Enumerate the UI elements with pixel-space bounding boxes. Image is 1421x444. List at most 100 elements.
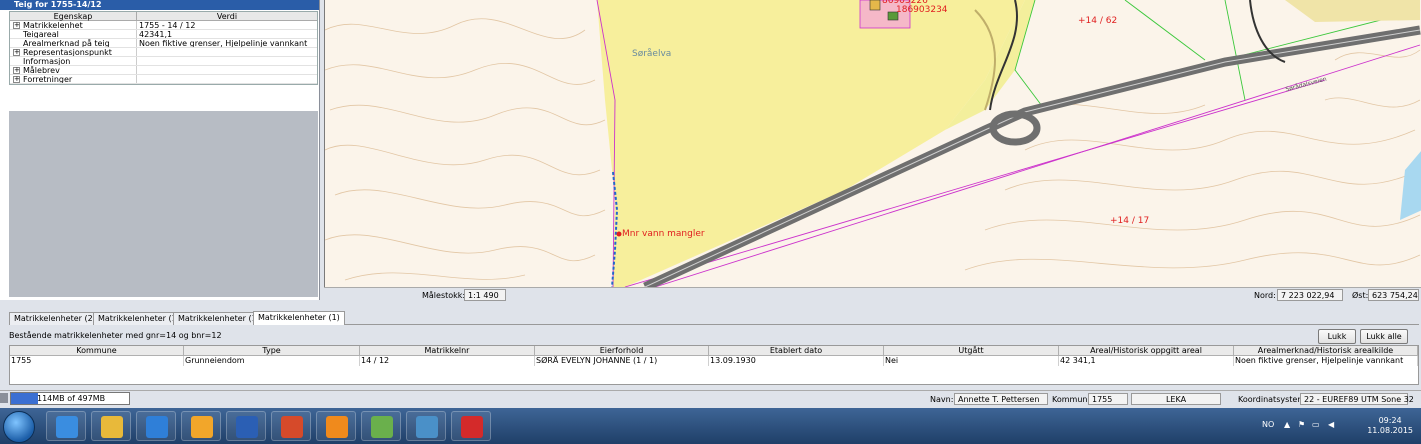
taskbar-button-acrobat[interactable] (451, 411, 491, 441)
taskbar-button-media-player[interactable] (136, 411, 176, 441)
property-row[interactable]: + Representasjonspunkt (10, 48, 317, 57)
network-icon[interactable]: ▭ (1312, 420, 1320, 429)
cell-etablert-dato: 13.09.1930 (709, 356, 884, 366)
municipality-name-field: LEKA (1131, 393, 1221, 405)
taskbar-button-outlook[interactable] (181, 411, 221, 441)
flag-icon[interactable]: ⚑ (1298, 420, 1305, 429)
cell-arealmerknad: Noen fiktive grenser, Hjelpelinje vannka… (1234, 356, 1418, 366)
cell-utgatt: Nei (884, 356, 1059, 366)
memory-text: 114MB of 497MB (37, 394, 106, 403)
coordinate-system-label: Koordinatsystem: (1238, 395, 1308, 404)
property-key-text: Teigareal (23, 30, 59, 38)
memory-indicator[interactable]: 114MB of 497MB (10, 392, 130, 405)
name-label: Navn: (930, 395, 954, 404)
property-table-header: Egenskap Verdi (10, 12, 317, 21)
word-icon (236, 416, 258, 438)
start-button[interactable] (3, 411, 35, 443)
outlook-icon (191, 416, 213, 438)
property-value (137, 75, 317, 83)
taskbar-button-file-explorer[interactable] (91, 411, 131, 441)
property-row[interactable]: + Matrikkelenhet 1755 - 14 / 12 (10, 21, 317, 30)
property-value (137, 48, 317, 56)
firefox-icon (326, 416, 348, 438)
close-button[interactable]: Lukk (1318, 329, 1356, 344)
north-label: Nord: (1254, 291, 1276, 300)
parcel-label-14-62: +14 / 62 (1078, 16, 1118, 26)
taskbar-button-internet-explorer[interactable] (46, 411, 86, 441)
taskbar-button-word[interactable] (226, 411, 266, 441)
property-key: + Forretninger (10, 75, 137, 83)
column-header-property[interactable]: Egenskap (10, 12, 137, 21)
expand-icon[interactable]: + (13, 76, 20, 83)
property-row[interactable]: + Forretninger (10, 75, 317, 84)
property-key-text: Matrikkelenhet (23, 21, 83, 29)
expand-icon[interactable]: + (13, 49, 20, 56)
taskbar-button-firefox[interactable] (316, 411, 356, 441)
property-panel-empty-area (9, 111, 318, 297)
taskbar-button-app[interactable] (361, 411, 401, 441)
results-grid-header: Kommune Type Matrikkelnr Eierforhold Eta… (10, 346, 1418, 356)
column-header-etablert-dato[interactable]: Etablert dato (709, 346, 884, 356)
column-header-matrikkelnr[interactable]: Matrikkelnr (360, 346, 535, 356)
results-description: Bestående matrikkelenheter med gnr=14 og… (9, 331, 222, 340)
east-label: Øst: (1352, 291, 1369, 300)
property-value: Noen fiktive grenser, Hjelpelinje vannka… (139, 39, 308, 47)
map-canvas[interactable] (325, 0, 1421, 287)
property-panel: Teig for 1755-14/12 Egenskap Verdi + Matr… (0, 0, 320, 300)
property-key-text: Målebrev (23, 66, 60, 74)
taskbar-button-powerpoint[interactable] (271, 411, 311, 441)
cell-matrikkelnr: 14 / 12 (360, 356, 535, 366)
property-key-text: Representasjonspunkt (23, 48, 112, 56)
close-all-button[interactable]: Lukk alle (1360, 329, 1408, 344)
scale-field[interactable]: 1:1 490 (464, 289, 506, 301)
column-header-arealmerknad[interactable]: Arealmerknad/Historisk arealkilde (1234, 346, 1418, 356)
parcel-label-14-17: +14 / 17 (1110, 216, 1150, 226)
property-key-text: Arealmerknad på teig (23, 39, 110, 47)
app-icon (371, 416, 393, 438)
property-panel-title: Teig for 1755-14/12 (0, 0, 319, 10)
powerpoint-icon (281, 416, 303, 438)
property-row[interactable]: Teigareal 42341,1 (10, 30, 317, 39)
trash-icon[interactable] (0, 393, 8, 403)
taskbar-button-gis-app[interactable] (406, 411, 446, 441)
property-row[interactable]: Arealmerknad på teig Noen fiktive grenser… (10, 39, 317, 48)
internet-explorer-icon (56, 416, 78, 438)
river-label: Søråelva (632, 49, 672, 59)
property-row[interactable]: + Målebrev (10, 66, 317, 75)
gis-app-icon (416, 416, 438, 438)
tab-matrikkelenheter-2[interactable]: Matrikkelenheter (1) (93, 312, 185, 325)
taskbar: NO ▲ ⚑ ▭ ◀ 09:24 11.08.2015 (0, 408, 1421, 444)
column-header-eierforhold[interactable]: Eierforhold (535, 346, 709, 356)
property-key: + Representasjonspunkt (10, 48, 137, 56)
clock-time: 09:24 (1378, 416, 1402, 425)
cell-eierforhold: SØRÅ EVELYN JOHANNE (1 / 1) (535, 356, 709, 366)
results-tabs: Matrikkelenheter (2) Matrikkelenheter (1… (9, 311, 1419, 325)
cell-type: Grunneiendom (184, 356, 360, 366)
water-area (1400, 151, 1421, 220)
expand-icon[interactable]: + (13, 22, 20, 29)
column-header-value[interactable]: Verdi (137, 12, 317, 21)
tab-matrikkelenheter-1[interactable]: Matrikkelenheter (2) (9, 312, 101, 325)
expand-icon[interactable]: + (13, 67, 20, 74)
cell-areal: 42 341,1 (1059, 356, 1234, 366)
property-key: Arealmerknad på teig (10, 39, 137, 47)
property-key: Teigareal (10, 30, 137, 38)
east-coordinate-field: 623 754,24 (1368, 289, 1419, 301)
clock[interactable]: 09:24 11.08.2015 (1367, 416, 1413, 436)
tab-matrikkelenheter-3[interactable]: Matrikkelenheter (1) (173, 312, 265, 325)
show-hidden-icons[interactable]: ▲ (1284, 420, 1290, 429)
column-header-type[interactable]: Type (184, 346, 360, 356)
property-key: Informasjon (10, 57, 137, 65)
volume-icon[interactable]: ◀ (1328, 420, 1334, 429)
property-value: 1755 - 14 / 12 (139, 21, 196, 29)
column-header-areal[interactable]: Areal/Historisk oppgitt areal (1059, 346, 1234, 356)
map-view[interactable]: Søråelva +14 / 62 +14 / 17 Mnr vann mang… (324, 0, 1421, 287)
language-indicator[interactable]: NO (1262, 420, 1274, 429)
column-header-kommune[interactable]: Kommune (10, 346, 184, 356)
property-row[interactable]: Informasjon (10, 57, 317, 66)
tab-matrikkelenheter-4[interactable]: Matrikkelenheter (1) (253, 311, 345, 325)
clock-date: 11.08.2015 (1367, 426, 1413, 435)
table-row[interactable]: 1755 Grunneiendom 14 / 12 SØRÅ EVELYN JO… (10, 356, 1418, 366)
column-header-utgatt[interactable]: Utgått (884, 346, 1059, 356)
media-player-icon (146, 416, 168, 438)
